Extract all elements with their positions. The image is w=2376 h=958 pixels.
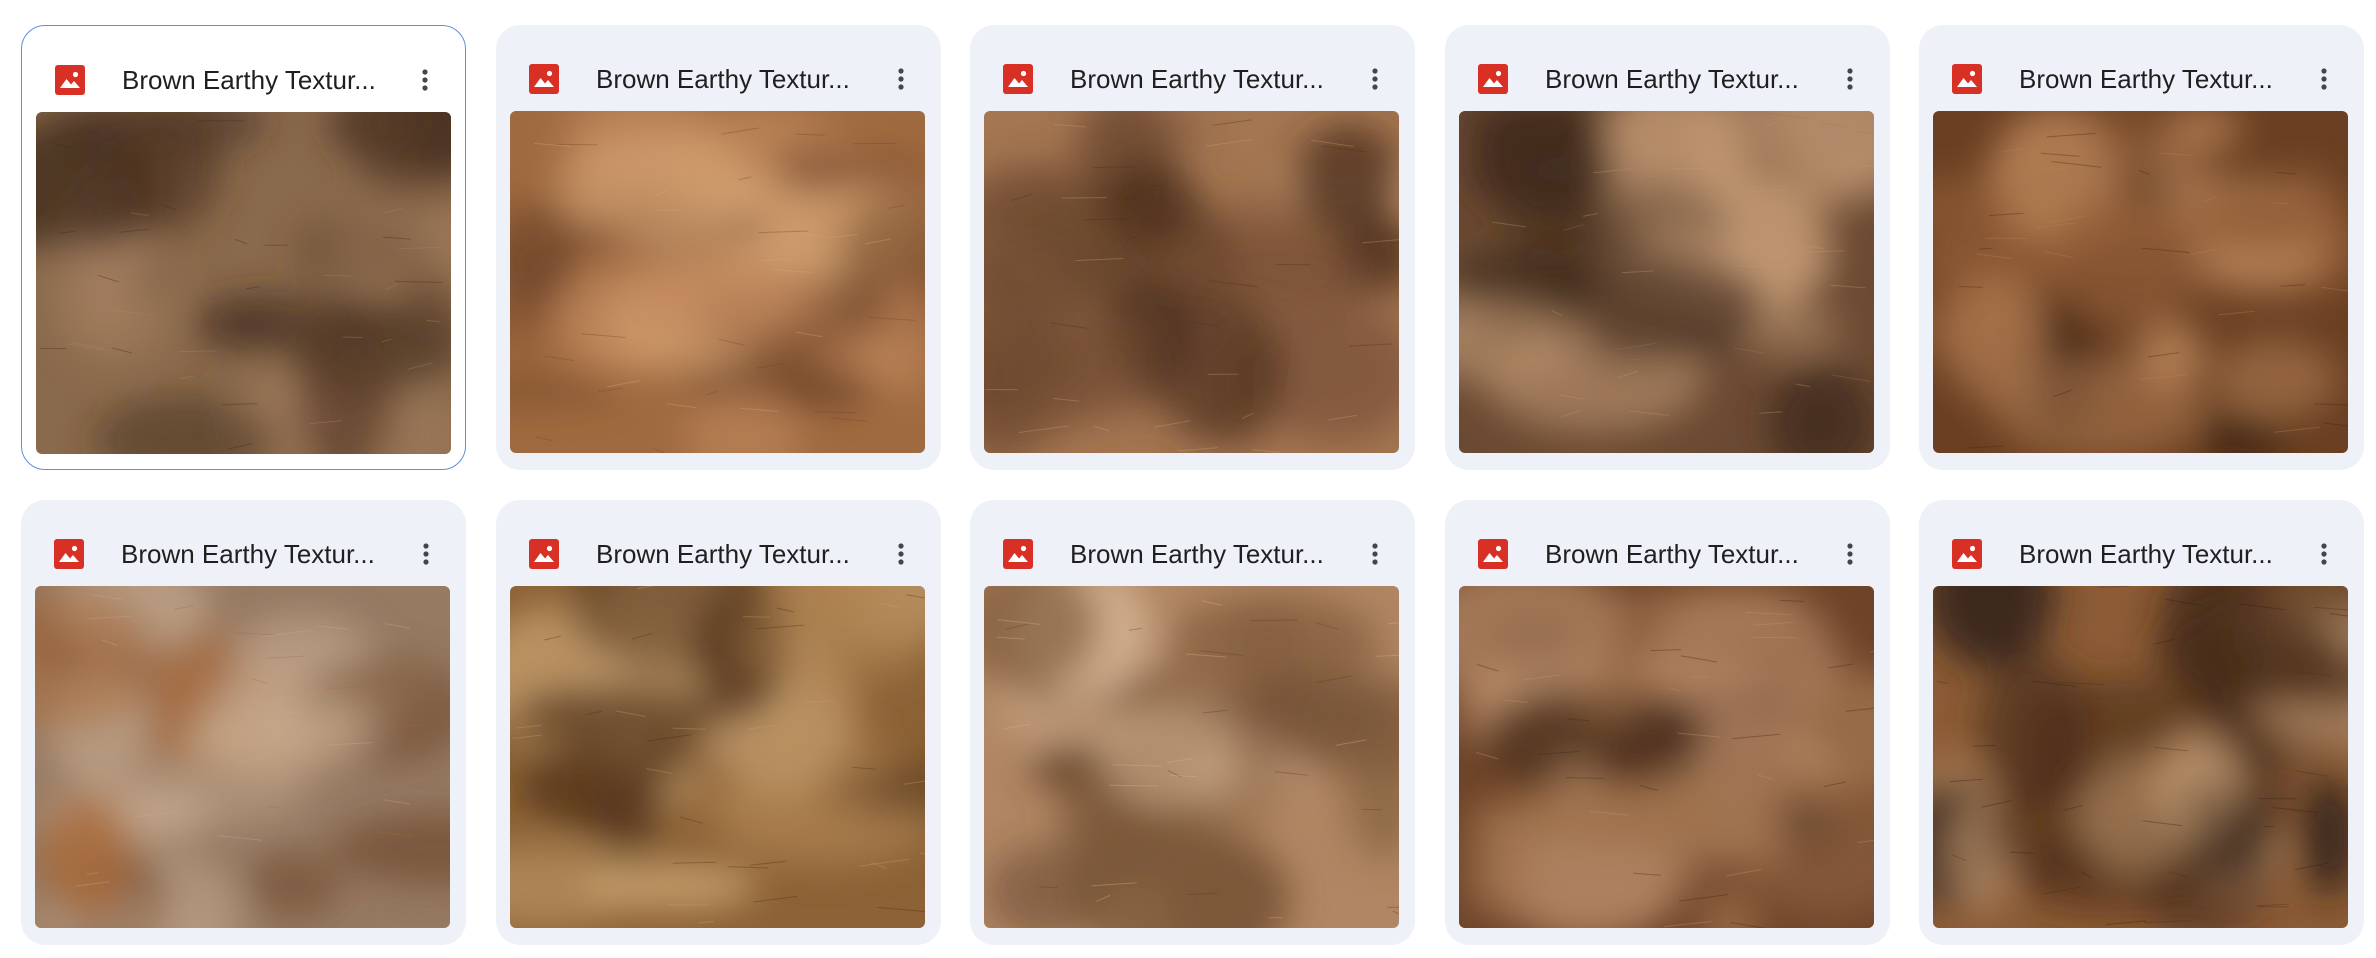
file-card-header: Brown Earthy Textur... — [496, 25, 941, 111]
file-thumbnail[interactable] — [984, 111, 1399, 453]
image-file-icon — [1951, 538, 1983, 570]
more-actions-button[interactable] — [1353, 532, 1397, 576]
more-vert-icon — [2321, 68, 2327, 90]
file-card[interactable]: Brown Earthy Textur... — [970, 500, 1415, 945]
more-vert-icon — [1372, 68, 1378, 90]
file-card[interactable]: Brown Earthy Textur... — [496, 500, 941, 945]
file-card-header: Brown Earthy Textur... — [1445, 500, 1890, 586]
more-actions-button[interactable] — [1828, 532, 1872, 576]
file-card[interactable]: Brown Earthy Textur... — [1919, 500, 2364, 945]
more-actions-button[interactable] — [879, 57, 923, 101]
file-name: Brown Earthy Textur... — [121, 539, 375, 569]
more-vert-icon — [422, 69, 428, 91]
more-actions-button[interactable] — [2302, 532, 2346, 576]
more-vert-icon — [1847, 543, 1853, 565]
file-card-header: Brown Earthy Textur... — [1919, 25, 2364, 111]
more-vert-icon — [1372, 543, 1378, 565]
file-card-header: Brown Earthy Textur... — [496, 500, 941, 586]
file-thumbnail[interactable] — [36, 112, 451, 454]
file-name: Brown Earthy Textur... — [2019, 539, 2273, 569]
file-card[interactable]: Brown Earthy Textur... — [1919, 25, 2364, 470]
more-vert-icon — [898, 68, 904, 90]
file-name: Brown Earthy Textur... — [1070, 64, 1324, 94]
file-name: Brown Earthy Textur... — [122, 65, 376, 95]
more-actions-button[interactable] — [1828, 57, 1872, 101]
file-name: Brown Earthy Textur... — [1070, 539, 1324, 569]
file-card-header: Brown Earthy Textur... — [970, 25, 1415, 111]
file-name: Brown Earthy Textur... — [1545, 539, 1799, 569]
more-vert-icon — [1847, 68, 1853, 90]
image-file-icon — [1951, 63, 1983, 95]
file-card[interactable]: Brown Earthy Textur... — [21, 500, 466, 945]
file-thumbnail[interactable] — [35, 586, 450, 928]
image-file-icon — [54, 64, 86, 96]
file-grid: Brown Earthy Textur... Brown Earthy Textu… — [0, 0, 2376, 958]
image-file-icon — [1002, 538, 1034, 570]
file-thumbnail[interactable] — [1933, 586, 2348, 928]
file-thumbnail[interactable] — [984, 586, 1399, 928]
file-card-header: Brown Earthy Textur... — [22, 26, 465, 112]
file-card-header: Brown Earthy Textur... — [21, 500, 466, 586]
file-card[interactable]: Brown Earthy Textur... — [970, 25, 1415, 470]
image-file-icon — [528, 538, 560, 570]
file-thumbnail[interactable] — [510, 111, 925, 453]
file-card[interactable]: Brown Earthy Textur... — [1445, 25, 1890, 470]
more-actions-button[interactable] — [404, 532, 448, 576]
file-card-header: Brown Earthy Textur... — [970, 500, 1415, 586]
more-actions-button[interactable] — [1353, 57, 1397, 101]
more-vert-icon — [898, 543, 904, 565]
file-card[interactable]: Brown Earthy Textur... — [496, 25, 941, 470]
file-card-header: Brown Earthy Textur... — [1919, 500, 2364, 586]
file-name: Brown Earthy Textur... — [2019, 64, 2273, 94]
file-thumbnail[interactable] — [510, 586, 925, 928]
image-file-icon — [1477, 63, 1509, 95]
image-file-icon — [528, 63, 560, 95]
file-thumbnail[interactable] — [1459, 111, 1874, 453]
file-card-header: Brown Earthy Textur... — [1445, 25, 1890, 111]
image-file-icon — [53, 538, 85, 570]
file-card[interactable]: Brown Earthy Textur... — [1445, 500, 1890, 945]
more-actions-button[interactable] — [403, 58, 447, 102]
more-actions-button[interactable] — [879, 532, 923, 576]
file-name: Brown Earthy Textur... — [596, 64, 850, 94]
image-file-icon — [1477, 538, 1509, 570]
more-vert-icon — [423, 543, 429, 565]
file-name: Brown Earthy Textur... — [596, 539, 850, 569]
more-actions-button[interactable] — [2302, 57, 2346, 101]
file-thumbnail[interactable] — [1459, 586, 1874, 928]
more-vert-icon — [2321, 543, 2327, 565]
file-thumbnail[interactable] — [1933, 111, 2348, 453]
file-name: Brown Earthy Textur... — [1545, 64, 1799, 94]
image-file-icon — [1002, 63, 1034, 95]
file-card[interactable]: Brown Earthy Textur... — [21, 25, 466, 470]
